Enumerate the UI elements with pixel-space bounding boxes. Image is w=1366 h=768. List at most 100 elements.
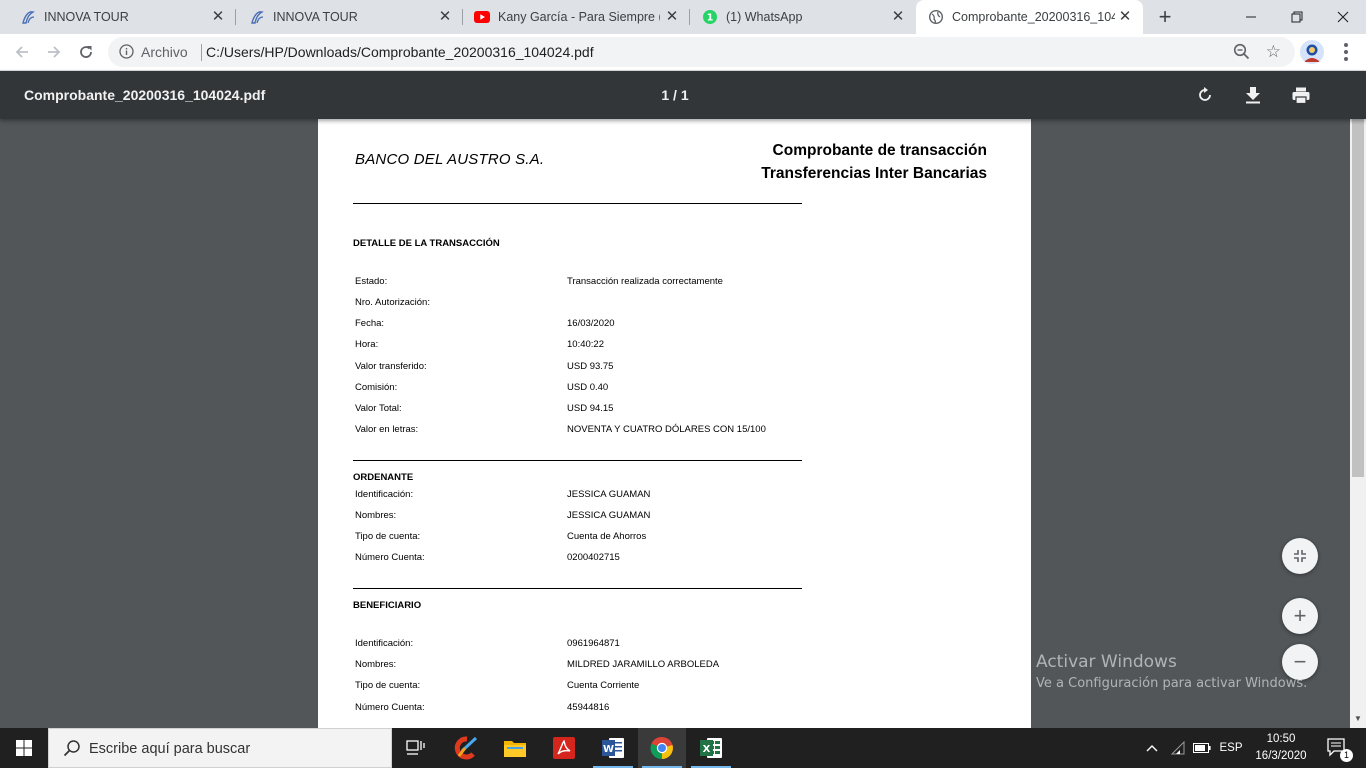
whatsapp-favicon: 1 bbox=[702, 9, 718, 25]
close-tab-icon[interactable]: ✕ bbox=[664, 9, 680, 25]
field-label: Fecha: bbox=[355, 318, 385, 329]
bookmark-star-icon[interactable]: ☆ bbox=[1266, 42, 1281, 62]
new-tab-button[interactable]: + bbox=[1155, 6, 1175, 28]
print-icon bbox=[1292, 87, 1310, 104]
close-tab-icon[interactable]: ✕ bbox=[890, 9, 906, 25]
beneficiario-heading: BENEFICIARIO bbox=[353, 600, 422, 611]
close-tab-icon[interactable]: ✕ bbox=[437, 9, 453, 25]
field-value: Cuenta Corriente bbox=[567, 680, 640, 691]
ccleaner-icon bbox=[454, 736, 478, 760]
document-title: Comprobante de transacción Transferencia… bbox=[761, 139, 987, 185]
field-value: Transacción realizada correctamente bbox=[567, 276, 723, 287]
print-button[interactable] bbox=[1289, 83, 1313, 107]
tab-innova-tour-1[interactable]: INNOVA TOUR ✕ bbox=[0, 0, 236, 34]
tab-title: INNOVA TOUR bbox=[44, 10, 129, 24]
pdf-page: BANCO DEL AUSTRO S.A. Comprobante de tra… bbox=[318, 119, 1031, 728]
tab-whatsapp[interactable]: 1 (1) WhatsApp ✕ bbox=[690, 0, 916, 34]
field-value: 0961964871 bbox=[567, 638, 620, 649]
scrollbar-thumb[interactable] bbox=[1352, 97, 1364, 477]
document-title-line2: Transferencias Inter Bancarias bbox=[761, 165, 987, 182]
avatar-icon bbox=[1300, 40, 1324, 64]
field-value: JESSICA GUAMAN bbox=[567, 510, 651, 521]
battery-icon bbox=[1193, 743, 1211, 753]
folder-icon bbox=[504, 741, 526, 757]
scroll-down-arrow-icon[interactable]: ▼ bbox=[1354, 715, 1362, 723]
field-label: Identificación: bbox=[355, 638, 414, 649]
tab-youtube[interactable]: Kany García - Para Siempre (Of ✕ bbox=[463, 0, 690, 34]
start-button[interactable] bbox=[0, 728, 48, 768]
field-value: MILDRED JARAMILLO ARBOLEDA bbox=[567, 659, 720, 670]
show-hidden-icons-button[interactable] bbox=[1140, 728, 1164, 768]
watermark-title: Activar Windows bbox=[1036, 652, 1177, 672]
file-explorer-app[interactable] bbox=[491, 728, 539, 768]
taskbar-search-box[interactable]: Escribe aquí para buscar bbox=[48, 728, 392, 768]
battery-button[interactable] bbox=[1190, 728, 1214, 768]
field-value: JESSICA GUAMAN bbox=[567, 489, 651, 500]
rotate-icon bbox=[1199, 87, 1211, 101]
taskbar-clock[interactable]: 10:50 16/3/2020 bbox=[1250, 731, 1312, 765]
field-label: Número Cuenta: bbox=[355, 702, 425, 713]
url-text[interactable]: C:/Users/HP/Downloads/Comprobante_202003… bbox=[206, 44, 594, 60]
reload-button[interactable] bbox=[74, 40, 98, 64]
fit-to-page-button[interactable] bbox=[1282, 538, 1318, 574]
vertical-scrollbar[interactable]: ▲ ▼ bbox=[1350, 71, 1366, 728]
excel-icon: X bbox=[700, 738, 722, 758]
activate-windows-watermark: Activar Windows Ve a Configuración para … bbox=[1036, 652, 1307, 691]
action-center-button[interactable]: 1 bbox=[1318, 728, 1358, 768]
field-label: Identificación: bbox=[355, 489, 414, 500]
windows-taskbar: Escribe aquí para buscar W X ESP 10:50 1… bbox=[0, 728, 1366, 768]
address-bar[interactable]: Archivo C:/Users/HP/Downloads/Comprobant… bbox=[108, 37, 1295, 67]
section-divider bbox=[353, 588, 802, 589]
svg-text:1: 1 bbox=[707, 13, 714, 24]
field-value: 0200402715 bbox=[567, 552, 620, 563]
clock-date: 16/3/2020 bbox=[1255, 750, 1307, 762]
network-button[interactable] bbox=[1166, 728, 1190, 768]
close-tab-icon[interactable]: ✕ bbox=[210, 9, 226, 25]
globe-favicon bbox=[928, 9, 944, 25]
restore-button[interactable] bbox=[1274, 0, 1320, 34]
minimize-button[interactable] bbox=[1228, 0, 1274, 34]
page-indicator: 1 / 1 bbox=[661, 87, 689, 103]
field-label: Nombres: bbox=[355, 510, 397, 521]
field-value: USD 94.15 bbox=[567, 403, 614, 414]
clock-time: 10:50 bbox=[1266, 733, 1296, 745]
zoom-icon[interactable] bbox=[1233, 43, 1250, 65]
pdf-viewport[interactable]: BANCO DEL AUSTRO S.A. Comprobante de tra… bbox=[0, 119, 1350, 728]
youtube-favicon bbox=[474, 9, 490, 25]
forward-button[interactable] bbox=[42, 40, 66, 64]
rotate-button[interactable] bbox=[1193, 83, 1217, 107]
profile-avatar[interactable] bbox=[1300, 40, 1324, 64]
close-window-button[interactable] bbox=[1320, 0, 1366, 34]
back-button[interactable] bbox=[10, 40, 34, 64]
zoom-in-button[interactable]: + bbox=[1282, 598, 1318, 634]
fit-page-icon bbox=[1294, 550, 1306, 562]
back-arrow-icon bbox=[15, 46, 28, 58]
chrome-icon bbox=[650, 736, 673, 760]
tab-title: INNOVA TOUR bbox=[273, 10, 358, 24]
chevron-up-icon bbox=[1146, 745, 1158, 752]
innova-tour-favicon bbox=[249, 9, 265, 25]
tab-innova-tour-2[interactable]: INNOVA TOUR ✕ bbox=[236, 0, 463, 34]
field-value: NOVENTA Y CUATRO DÓLARES CON 15/100 bbox=[567, 424, 766, 435]
tab-title: Kany García - Para Siempre (Of bbox=[498, 10, 660, 24]
ordenante-heading: ORDENANTE bbox=[353, 472, 414, 483]
download-button[interactable] bbox=[1241, 83, 1265, 107]
chrome-app[interactable] bbox=[638, 728, 686, 768]
omnibox-divider bbox=[201, 44, 202, 61]
acrobat-reader-app[interactable] bbox=[540, 728, 588, 768]
section-divider bbox=[353, 460, 802, 461]
detail-heading: DETALLE DE LA TRANSACCIÓN bbox=[353, 238, 500, 249]
browser-menu-button[interactable] bbox=[1338, 41, 1354, 63]
word-app[interactable]: W bbox=[589, 728, 637, 768]
excel-app[interactable]: X bbox=[687, 728, 735, 768]
site-info-icon[interactable] bbox=[119, 44, 134, 64]
bank-name: BANCO DEL AUSTRO S.A. bbox=[355, 151, 545, 168]
input-language[interactable]: ESP bbox=[1216, 728, 1246, 768]
field-value: 45944816 bbox=[567, 702, 610, 713]
tab-strip: INNOVA TOUR ✕ INNOVA TOUR ✕ Kany García … bbox=[0, 0, 1366, 34]
close-tab-icon[interactable]: ✕ bbox=[1117, 9, 1133, 25]
watermark-subtitle: Ve a Configuración para activar Windows. bbox=[1036, 676, 1308, 691]
tab-comprobante-pdf[interactable]: Comprobante_20200316_1040 ✕ bbox=[916, 0, 1143, 34]
task-view-button[interactable] bbox=[392, 728, 440, 768]
ccleaner-app[interactable] bbox=[442, 728, 490, 768]
